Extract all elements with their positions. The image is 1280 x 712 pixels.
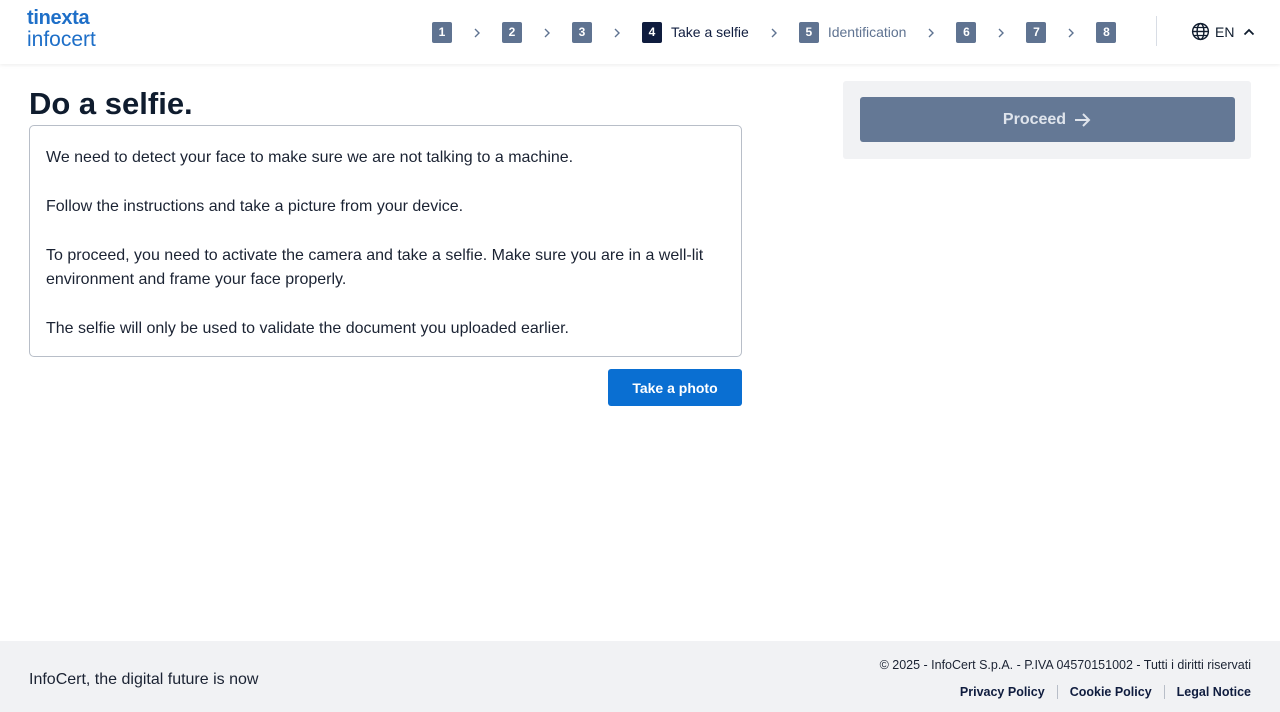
logo-brand-bottom: infocert bbox=[27, 28, 96, 51]
header: tinexta infocert 1 2 3 4 Take a selfie 5… bbox=[0, 0, 1280, 64]
step-number: 1 bbox=[432, 21, 452, 43]
chevron-right-icon bbox=[452, 25, 502, 39]
proceed-button[interactable]: Proceed bbox=[860, 97, 1235, 142]
chevron-right-icon bbox=[522, 25, 572, 39]
step-5: 5 Identification bbox=[798, 21, 907, 43]
footer-tagline: InfoCert, the digital future is now bbox=[29, 671, 259, 688]
step-number: 4 bbox=[642, 21, 662, 43]
instruction-text: Follow the instructions and take a pictu… bbox=[46, 198, 464, 215]
copyright-text: © 2025 - InfoCert S.p.A. - P.IVA 0457015… bbox=[879, 658, 1251, 672]
privacy-policy-link[interactable]: Privacy Policy bbox=[960, 685, 1045, 699]
step-7: 7 bbox=[1026, 21, 1047, 43]
page-title: Do a selfie. bbox=[29, 86, 193, 121]
step-number: 5 bbox=[798, 21, 819, 43]
logo-brand-top: tinexta bbox=[27, 7, 90, 29]
header-divider bbox=[1156, 16, 1157, 46]
link-separator bbox=[1056, 685, 1058, 699]
language-code: EN bbox=[1215, 23, 1235, 40]
chevron-up-icon bbox=[1244, 28, 1255, 35]
chevron-right-icon bbox=[906, 25, 956, 39]
footer-links: Privacy Policy Cookie Policy Legal Notic… bbox=[960, 685, 1251, 699]
step-label: Take a selfie bbox=[671, 24, 749, 40]
footer: InfoCert, the digital future is now © 20… bbox=[0, 641, 1280, 712]
instruction-text: The selfie will only be used to validate… bbox=[46, 320, 569, 337]
chevron-right-icon bbox=[749, 25, 799, 39]
step-number: 8 bbox=[1096, 21, 1117, 43]
step-4: 4 Take a selfie bbox=[642, 21, 749, 43]
step-8: 8 bbox=[1096, 21, 1117, 43]
take-photo-button[interactable]: Take a photo bbox=[608, 369, 742, 406]
step-number: 7 bbox=[1026, 21, 1047, 43]
cookie-policy-link[interactable]: Cookie Policy bbox=[1070, 685, 1152, 699]
instruction-text: We need to detect your face to make sure… bbox=[46, 149, 574, 166]
globe-icon bbox=[1191, 22, 1210, 41]
step-number: 3 bbox=[572, 21, 592, 43]
language-selector[interactable]: EN bbox=[1191, 22, 1255, 41]
chevron-right-icon bbox=[1046, 25, 1096, 39]
step-progress: 1 2 3 4 Take a selfie 5 Identification 6… bbox=[432, 21, 1117, 43]
logo: tinexta infocert bbox=[27, 8, 96, 50]
instruction-text: To proceed, you need to activate the cam… bbox=[46, 247, 704, 288]
instructions-box: We need to detect your face to make sure… bbox=[29, 125, 742, 357]
step-2: 2 bbox=[502, 21, 522, 43]
proceed-label: Proceed bbox=[1002, 110, 1067, 128]
step-6: 6 bbox=[956, 21, 977, 43]
link-separator bbox=[1163, 685, 1165, 699]
step-3: 3 bbox=[572, 21, 592, 43]
side-panel: Proceed bbox=[843, 81, 1251, 159]
step-label: Identification bbox=[827, 24, 907, 40]
step-1: 1 bbox=[432, 21, 452, 43]
legal-notice-link[interactable]: Legal Notice bbox=[1177, 685, 1251, 699]
step-number: 2 bbox=[502, 21, 522, 43]
arrow-right-icon bbox=[1075, 112, 1091, 127]
step-number: 6 bbox=[956, 21, 977, 43]
chevron-right-icon bbox=[592, 25, 642, 39]
chevron-right-icon bbox=[976, 25, 1026, 39]
